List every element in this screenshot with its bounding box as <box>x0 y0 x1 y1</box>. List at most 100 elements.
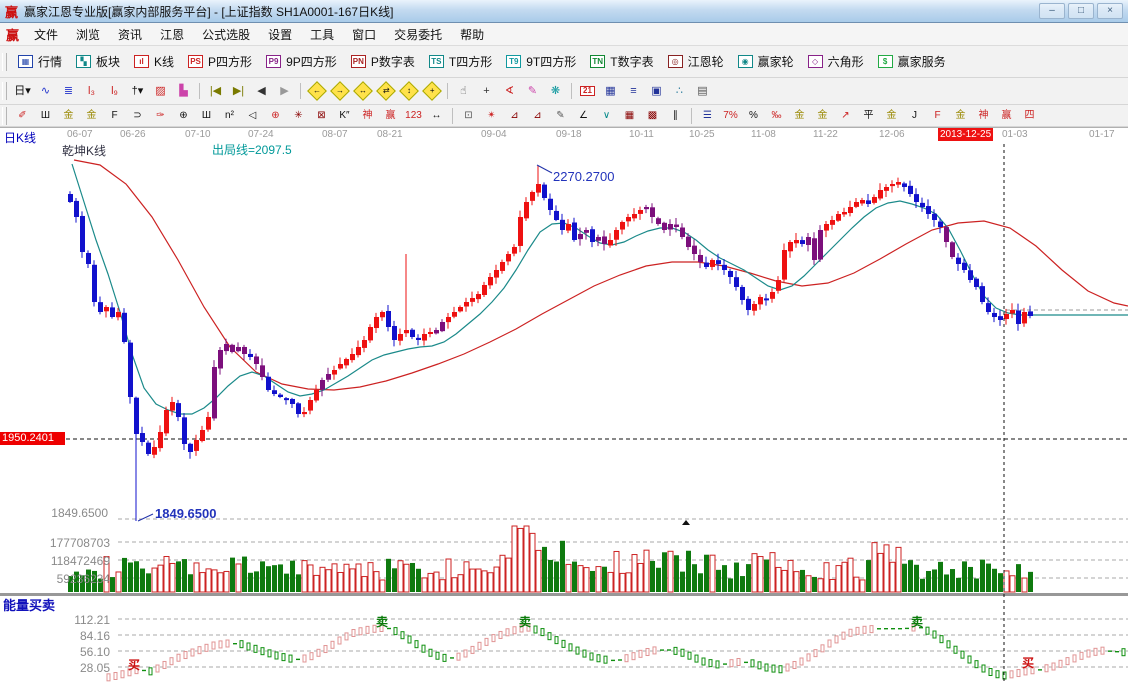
gold-grid-2-icon[interactable]: 金 <box>81 108 102 124</box>
toolbar-button-hexagon[interactable]: ◇六角形 <box>801 51 871 72</box>
menu-item-窗口[interactable]: 窗口 <box>343 24 385 45</box>
calculator-tool-icon[interactable]: ▦ <box>600 82 621 100</box>
toolbar-button-winner-service[interactable]: $赢家服务 <box>871 51 953 72</box>
menu-item-浏览[interactable]: 浏览 <box>67 24 109 45</box>
pen-line-icon[interactable]: ✎ <box>550 108 571 124</box>
toolbar-button-t-square[interactable]: TST四方形 <box>422 51 499 72</box>
menu-item-江恩[interactable]: 江恩 <box>151 24 193 45</box>
close-button[interactable]: × <box>1097 3 1123 19</box>
toolbar-button-9t-square[interactable]: T99T四方形 <box>499 51 583 72</box>
number-grid-icon[interactable]: 123 <box>403 108 424 124</box>
toolbar-button-t-table[interactable]: TNT数字表 <box>583 51 660 72</box>
permille-lines-icon[interactable]: ‰ <box>766 108 787 124</box>
toolbar-button-sectors[interactable]: ▚板块 <box>69 51 127 72</box>
page-prev-icon[interactable]: ◀ <box>251 82 272 100</box>
gann-draw-tool-icon[interactable]: ✎ <box>522 82 543 100</box>
diamond-move-all-icon[interactable]: + <box>421 82 442 100</box>
minimize-button[interactable]: – <box>1039 3 1065 19</box>
gold-underline-icon[interactable]: 金 <box>881 108 902 124</box>
arrow-pen-icon[interactable]: ↗ <box>835 108 856 124</box>
angle-measure-tool-icon[interactable]: ∢ <box>499 82 520 100</box>
f-grid-icon[interactable]: F <box>104 108 125 124</box>
menu-item-交易委托[interactable]: 交易委托 <box>385 24 451 45</box>
menu-item-设置[interactable]: 设置 <box>259 24 301 45</box>
chart-canvas[interactable] <box>0 142 1128 685</box>
hand-tool-icon[interactable]: ☝ <box>453 82 474 100</box>
circle-grid-icon[interactable]: ⊕ <box>173 108 194 124</box>
angle-shen-icon[interactable]: 神 <box>973 108 994 124</box>
gold-circle-icon[interactable]: 金 <box>789 108 810 124</box>
gold-lines-icon[interactable]: 金 <box>812 108 833 124</box>
print-tool-icon[interactable]: ▤ <box>692 82 713 100</box>
rays-tool-icon[interactable]: ✴ <box>481 108 502 124</box>
crosshair-tool-icon[interactable]: + <box>476 82 497 100</box>
maximize-button[interactable]: □ <box>1068 3 1094 19</box>
diamond-expand-h-icon[interactable]: ↔ <box>352 82 373 100</box>
page-next-icon[interactable]: ▶ <box>274 82 295 100</box>
wave-tool-icon[interactable]: ∨ <box>596 108 617 124</box>
toolbar-button-gann-wheel[interactable]: ◎江恩轮 <box>661 51 731 72</box>
grid-box-1-icon[interactable]: ▦ <box>619 108 640 124</box>
angle-f-icon[interactable]: F <box>927 108 948 124</box>
skip-to-start-icon[interactable]: |◀ <box>205 82 226 100</box>
star-web-icon[interactable]: ✳ <box>288 108 309 124</box>
parallel-lines-icon[interactable]: ∥ <box>665 108 686 124</box>
fractal-tool-icon[interactable]: ❋ <box>545 82 566 100</box>
angle-j-icon[interactable]: J <box>904 108 925 124</box>
skip-to-end-icon[interactable]: ▶| <box>228 82 249 100</box>
calendar-tool-icon[interactable]: 21 <box>577 82 598 100</box>
diamond-compress-h-icon[interactable]: ⇄ <box>375 82 396 100</box>
wave-ping-icon[interactable]: 平 <box>858 108 879 124</box>
target-tool-icon[interactable]: ⊕ <box>265 108 286 124</box>
diamond-move-right-icon[interactable]: → <box>329 82 350 100</box>
menu-item-文件[interactable]: 文件 <box>25 24 67 45</box>
grid-comb-icon[interactable]: Ш <box>35 108 56 124</box>
notepad-tool-icon[interactable]: ≡ <box>623 82 644 100</box>
percent-icon[interactable]: % <box>743 108 764 124</box>
angle-ying-icon[interactable]: 赢 <box>996 108 1017 124</box>
knot-tool-icon[interactable]: ∿ <box>35 82 56 100</box>
compass-pen-icon[interactable]: ✑ <box>150 108 171 124</box>
diamond-move-left-icon[interactable]: ← <box>306 82 327 100</box>
network-tool-icon[interactable]: ∴ <box>669 82 690 100</box>
toolbar-button-kline[interactable]: ılK线 <box>127 51 181 72</box>
square-web-icon[interactable]: ⊠ <box>311 108 332 124</box>
comb-2-icon[interactable]: Ш <box>196 108 217 124</box>
ying-grid-icon[interactable]: 赢 <box>380 108 401 124</box>
menu-item-公式选股[interactable]: 公式选股 <box>193 24 259 45</box>
pattern-tool-icon[interactable]: ▨ <box>150 82 171 100</box>
toolbar-button-p-square[interactable]: PSP四方形 <box>181 51 259 72</box>
toolbar-button-winner-wheel[interactable]: ◉赢家轮 <box>731 51 801 72</box>
angle-gold-icon[interactable]: 金 <box>950 108 971 124</box>
fan-box-2-icon[interactable]: ⊿ <box>527 108 548 124</box>
arc-grid-icon[interactable]: ⊃ <box>127 108 148 124</box>
toolbar-button-p-table[interactable]: PNP数字表 <box>344 51 422 72</box>
grid-box-2-icon[interactable]: ▩ <box>642 108 663 124</box>
quote-list-icon[interactable]: ≣ <box>58 82 79 100</box>
shen-grid-icon[interactable]: 神 <box>357 108 378 124</box>
flag-tool-icon[interactable]: ◁ <box>242 108 263 124</box>
fan-box-1-icon[interactable]: ⊿ <box>504 108 525 124</box>
k-quote-icon[interactable]: K″ <box>334 108 355 124</box>
menu-item-帮助[interactable]: 帮助 <box>451 24 493 45</box>
save-tool-icon[interactable]: ▣ <box>646 82 667 100</box>
toolbar-button-quotes[interactable]: ▦行情 <box>11 51 69 72</box>
box-tool-icon[interactable]: ⊡ <box>458 108 479 124</box>
angle-lines-icon[interactable]: ∠ <box>573 108 594 124</box>
draw-pen-icon[interactable]: ✐ <box>12 108 33 124</box>
chart-3-tool-icon[interactable]: l₃ <box>81 82 102 100</box>
toolbar-button-9p-square[interactable]: P99P四方形 <box>259 51 344 72</box>
menu-item-工具[interactable]: 工具 <box>301 24 343 45</box>
width-arrows-icon[interactable]: ↔ <box>426 108 447 124</box>
chart-9-tool-icon[interactable]: l₉ <box>104 82 125 100</box>
n2-grid-icon[interactable]: n² <box>219 108 240 124</box>
menu-item-资讯[interactable]: 资讯 <box>109 24 151 45</box>
seven-percent-icon[interactable]: 7% <box>720 108 741 124</box>
single-candle-dropdown-icon[interactable]: †▾ <box>127 82 148 100</box>
angle-four-icon[interactable]: 四 <box>1019 108 1040 124</box>
gold-grid-1-icon[interactable]: 金 <box>58 108 79 124</box>
period-day-dropdown-icon[interactable]: 日▾ <box>12 82 33 100</box>
diamond-expand-v-icon[interactable]: ↕ <box>398 82 419 100</box>
color-chart-tool-icon[interactable]: ▙ <box>173 82 194 100</box>
bars-percent-icon[interactable]: ☰ <box>697 108 718 124</box>
